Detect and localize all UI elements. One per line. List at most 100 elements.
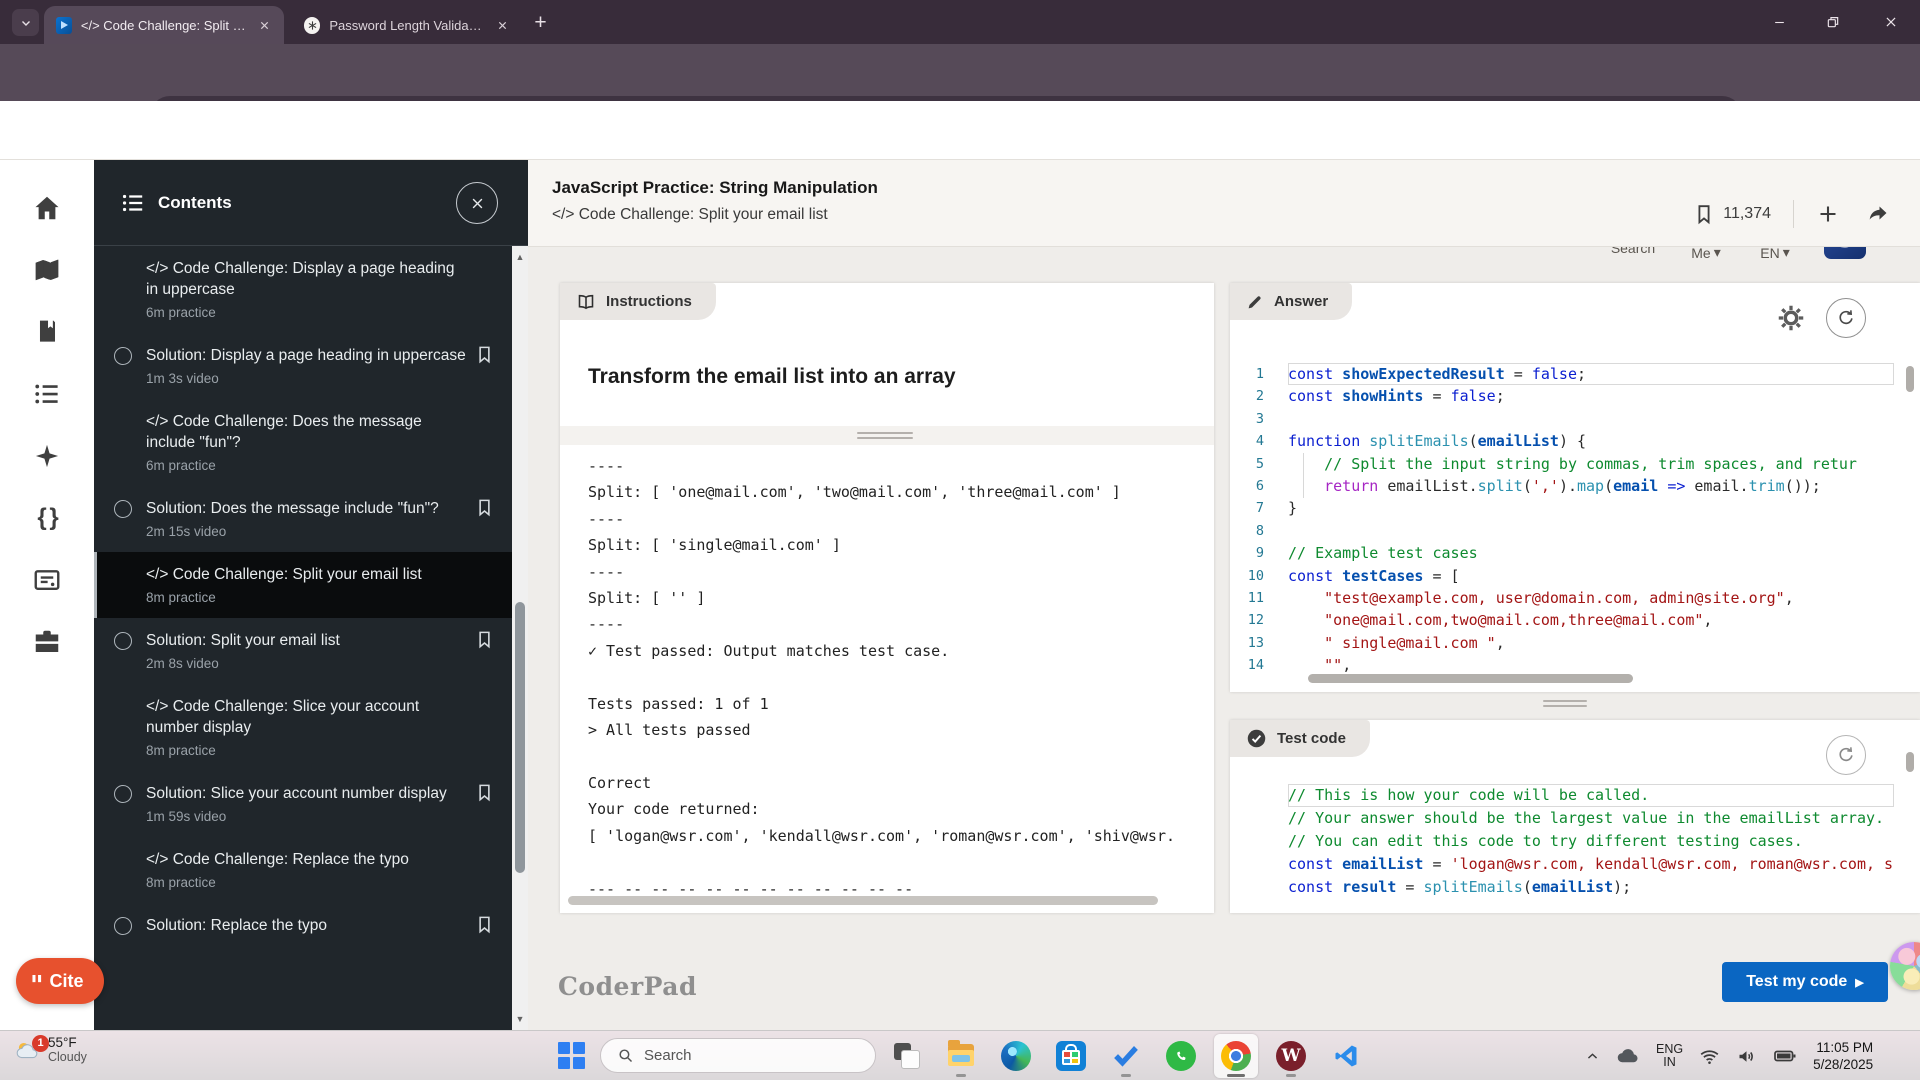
onedrive-cloud-icon[interactable] xyxy=(1616,1044,1640,1068)
battery-icon[interactable] xyxy=(1773,1044,1797,1068)
answer-code-editor[interactable]: 1 const showExpectedResult = false; 2 const… xyxy=(1230,363,1906,676)
task-view-icon[interactable] xyxy=(884,1034,928,1078)
close-sidebar-button[interactable] xyxy=(456,182,498,224)
contents-list-icon xyxy=(120,190,146,216)
tab-close-button[interactable] xyxy=(255,15,274,35)
sidebar-item[interactable]: </> Code Challenge: Replace the typo 8m p… xyxy=(94,837,512,903)
language-indicator[interactable]: ENG IN xyxy=(1656,1043,1683,1069)
map-icon[interactable] xyxy=(0,239,94,301)
cite-button[interactable]: " Cite xyxy=(16,958,104,1004)
sidebar-item[interactable]: </> Code Challenge: Does the message inc… xyxy=(94,399,512,486)
horizontal-scrollbar-thumb[interactable] xyxy=(1308,674,1633,683)
microsoft-store-icon[interactable] xyxy=(1049,1034,1093,1078)
line-number: 14 xyxy=(1247,657,1264,674)
new-tab-button[interactable]: + xyxy=(528,10,553,35)
code-line: const result = splitEmails(emailList); xyxy=(1288,878,1632,896)
notebook-icon[interactable] xyxy=(0,301,94,363)
wifi-icon[interactable] xyxy=(1699,1046,1720,1067)
sidebar-item-duration: 8m practice xyxy=(146,875,216,890)
vscode-icon[interactable] xyxy=(1324,1034,1368,1078)
test-my-code-button[interactable]: Test my code ▶ xyxy=(1722,962,1888,1002)
test-code-tab[interactable]: Test code xyxy=(1230,720,1370,757)
todo-check-icon[interactable] xyxy=(1104,1034,1148,1078)
whatsapp-icon[interactable] xyxy=(1159,1034,1203,1078)
system-tray: ENG IN 11:05 PM 5/28/2025 xyxy=(1585,1031,1873,1080)
scrollbar-thumb[interactable] xyxy=(515,602,525,873)
quote-icon: " xyxy=(30,971,44,1001)
bookmark-icon[interactable] xyxy=(475,630,494,649)
bookmark-icon[interactable] xyxy=(1693,203,1715,225)
windows-start-button[interactable] xyxy=(556,1040,586,1070)
test-code-editor[interactable]: // This is how your code will be called.… xyxy=(1230,784,1906,899)
answer-tab[interactable]: Answer xyxy=(1230,283,1353,320)
share-icon[interactable] xyxy=(1866,202,1890,226)
bookmark-icon[interactable] xyxy=(475,498,494,517)
sidebar-item[interactable]: Solution: Slice your account number disp… xyxy=(94,771,512,837)
horizontal-scrollbar-thumb[interactable] xyxy=(568,896,1158,905)
sidebar-item[interactable]: </> Code Challenge: Split your email lis… xyxy=(94,552,512,618)
bookmark-icon[interactable] xyxy=(475,915,494,934)
briefcase-icon[interactable] xyxy=(0,611,94,673)
taskbar-clock[interactable]: 11:05 PM 5/28/2025 xyxy=(1813,1039,1873,1073)
reset-code-button[interactable] xyxy=(1826,298,1866,338)
chevron-down-icon xyxy=(19,16,33,30)
sidebar-item-duration: 8m practice xyxy=(146,590,216,605)
taskbar-search[interactable]: Search xyxy=(600,1038,876,1073)
drag-handle-icon[interactable] xyxy=(857,432,913,439)
sidebar-item[interactable]: Solution: Does the message include "fun"… xyxy=(94,486,512,552)
browser-tabstrip: </> Code Challenge: Split your Password … xyxy=(0,0,1920,44)
sparkle-icon[interactable] xyxy=(0,425,94,487)
sticker-ball[interactable] xyxy=(1890,942,1920,990)
chrome-icon[interactable] xyxy=(1214,1034,1258,1078)
chapter-title: </> Code Challenge: Split your email lis… xyxy=(552,206,828,223)
code-line: const emailList = 'logan@wsr.com, kendal… xyxy=(1288,855,1894,873)
reset-test-code-button[interactable] xyxy=(1826,735,1866,775)
code-line: 7} xyxy=(1230,497,1906,519)
code-braces-icon[interactable]: { } xyxy=(0,487,94,549)
scroll-up-icon[interactable]: ▲ xyxy=(512,252,528,262)
instructions-tab[interactable]: Instructions xyxy=(560,283,716,320)
w-app-icon[interactable]: W xyxy=(1269,1034,1313,1078)
book-icon xyxy=(576,292,596,312)
panel-divider[interactable] xyxy=(560,426,1214,445)
sidebar-item[interactable]: Solution: Replace the typo xyxy=(94,903,512,969)
vertical-scrollbar-thumb[interactable] xyxy=(1906,752,1914,772)
clock-time: 11:05 PM xyxy=(1816,1040,1874,1055)
divider xyxy=(1793,200,1794,228)
add-icon[interactable] xyxy=(1816,202,1840,226)
window-close-button[interactable] xyxy=(1868,0,1914,44)
bookmark-icon[interactable] xyxy=(475,783,494,802)
edge-icon[interactable] xyxy=(994,1034,1038,1078)
line-number: 6 xyxy=(1255,477,1264,494)
vertical-scrollbar-thumb[interactable] xyxy=(1906,366,1914,392)
weather-widget[interactable]: 1 55°F Cloudy xyxy=(14,1034,87,1064)
browser-tab[interactable]: Password Length Validation xyxy=(292,6,522,44)
sidebar-item[interactable]: </> Code Challenge: Slice your account n… xyxy=(94,684,512,771)
certificate-icon[interactable] xyxy=(0,549,94,611)
bookmark-icon[interactable] xyxy=(475,345,494,364)
tab-title: </> Code Challenge: Split your xyxy=(80,17,247,33)
line-number: 8 xyxy=(1255,522,1264,539)
home-icon[interactable] xyxy=(0,177,94,239)
settings-gear-icon[interactable] xyxy=(1776,303,1806,333)
tab-close-button[interactable] xyxy=(493,15,512,35)
sidebar-item[interactable]: Solution: Split your email list 2m 8s vid… xyxy=(94,618,512,684)
line-number: 5 xyxy=(1255,455,1264,472)
instructions-tab-label: Instructions xyxy=(606,293,692,310)
browser-tab-active[interactable]: </> Code Challenge: Split your xyxy=(44,6,284,44)
tab-search-button[interactable] xyxy=(12,9,39,36)
instructions-panel: Instructions Transform the email list in… xyxy=(560,283,1214,913)
contents-list-icon[interactable] xyxy=(0,363,94,425)
sidebar-item[interactable]: Solution: Display a page heading in uppe… xyxy=(94,333,512,399)
file-explorer-icon[interactable] xyxy=(939,1034,983,1078)
scroll-down-icon[interactable]: ▼ xyxy=(512,1014,528,1024)
panel-resize-handle[interactable] xyxy=(1543,700,1587,707)
volume-icon[interactable] xyxy=(1736,1046,1757,1067)
window-maximize-button[interactable] xyxy=(1810,0,1856,44)
sidebar-scrollbar[interactable]: ▲ ▼ xyxy=(512,246,528,1030)
test-code-panel: Test code // This is how your code will … xyxy=(1230,720,1920,913)
chevron-up-icon[interactable] xyxy=(1585,1049,1600,1064)
window-minimize-button[interactable] xyxy=(1756,0,1802,44)
sidebar-item[interactable]: </> Code Challenge: Display a page headi… xyxy=(94,246,512,333)
